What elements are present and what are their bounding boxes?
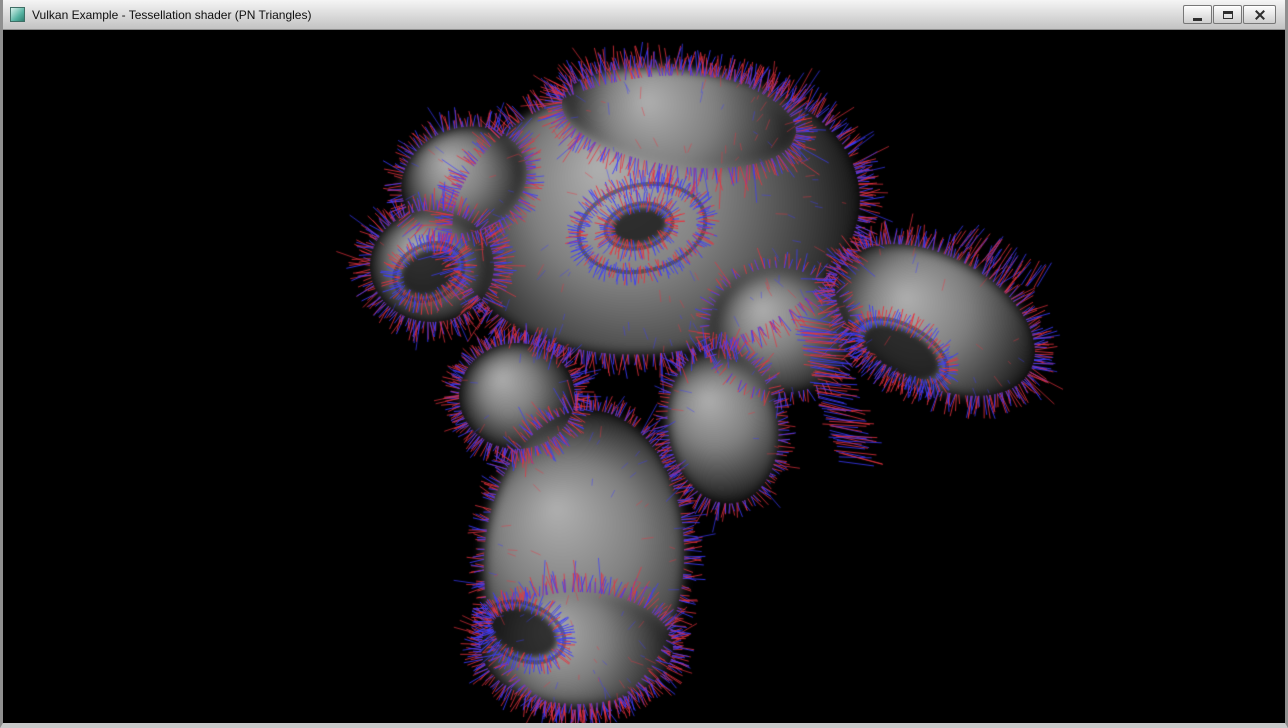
app-icon xyxy=(10,7,25,22)
maximize-button[interactable] xyxy=(1213,5,1242,24)
maximize-icon xyxy=(1223,11,1233,19)
close-button[interactable] xyxy=(1243,5,1276,24)
render-canvas[interactable] xyxy=(3,30,1285,723)
app-window: Vulkan Example - Tessellation shader (PN… xyxy=(0,0,1288,728)
titlebar[interactable]: Vulkan Example - Tessellation shader (PN… xyxy=(3,0,1285,30)
close-icon xyxy=(1253,8,1267,22)
viewport xyxy=(3,30,1285,723)
minimize-button[interactable] xyxy=(1183,5,1212,24)
window-controls xyxy=(1183,5,1278,24)
minimize-icon xyxy=(1193,18,1202,21)
window-title: Vulkan Example - Tessellation shader (PN… xyxy=(32,8,311,22)
